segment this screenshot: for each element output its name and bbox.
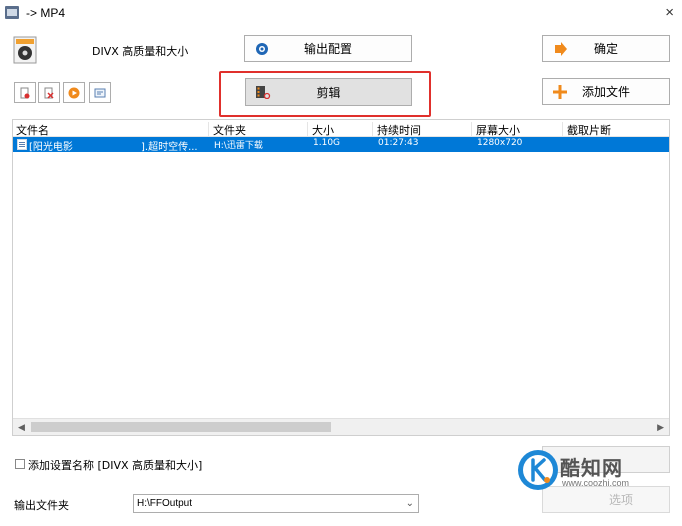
title-bar: -> MP4 × [0,0,682,26]
watermark: 酷知网 www.coozhi.com [516,448,666,498]
cell-folder: H:\迅雷下载 [214,141,263,151]
remove-file-button[interactable] [14,82,36,103]
table-row[interactable]: [阳光电影 ].超时空传... H:\迅雷下载 1.10G 01:27:43 1… [13,137,669,153]
play-icon [68,87,80,98]
column-header-size[interactable]: 大小 [309,122,373,137]
output-folder-value: H:\FFOutput [137,498,193,509]
add-profile-name-checkbox[interactable] [15,459,25,469]
profile-label: DIVX 高质量和大小 [92,45,189,58]
watermark-brand: 酷知网 [560,458,623,480]
column-header-screen-size[interactable]: 屏幕大小 [473,122,563,137]
cell-size: 1.10G [313,138,341,148]
media-info-icon [94,88,106,97]
plus-icon [553,84,567,99]
output-config-icon [256,42,268,55]
scroll-right-icon[interactable]: ▶ [657,422,664,433]
edit-highlight-annotation [219,71,431,117]
add-profile-name-label: 添加设置名称 [DIVX 高质量和大小] [28,459,203,472]
output-config-label: 输出配置 [303,42,352,56]
ok-button[interactable]: 确定 [542,35,670,62]
column-header-filename[interactable]: 文件名 [13,122,209,137]
scrollbar-thumb[interactable] [31,422,331,432]
coozhi-logo [518,450,558,490]
chevron-down-icon: ⌄ [405,498,414,509]
clear-list-button[interactable] [38,82,60,103]
file-list-header: 文件名 文件夹 大小 持续时间 屏幕大小 截取片断 [13,120,669,137]
cell-screen-size: 1280x720 [477,138,523,148]
video-file-icon [17,139,27,150]
add-file-button[interactable]: 添加文件 [542,78,670,105]
scroll-left-icon[interactable]: ◀ [18,422,25,433]
output-config-button[interactable]: 输出配置 [244,35,412,62]
cell-filename-end: ].超时空传... [141,142,198,153]
column-header-folder[interactable]: 文件夹 [210,122,308,137]
output-folder-label: 输出文件夹 [14,500,69,512]
watermark-url: www.coozhi.com [562,478,630,488]
window-title: -> MP4 [26,6,66,20]
column-header-clip[interactable]: 截取片断 [564,122,668,137]
divx-profile-icon [13,36,37,64]
play-button[interactable] [63,82,85,103]
horizontal-scrollbar[interactable]: ◀ ▶ [13,418,669,435]
media-info-button[interactable] [89,82,111,103]
remove-file-icon [20,87,30,98]
close-icon[interactable]: × [665,4,674,21]
add-file-label: 添加文件 [581,85,630,99]
cell-duration: 01:27:43 [378,138,419,148]
cell-filename-start: [阳光电影 [29,142,73,153]
clear-list-icon [44,87,54,99]
ok-label: 确定 [593,42,618,56]
arrow-right-icon [555,41,567,56]
file-list[interactable]: 文件名 文件夹 大小 持续时间 屏幕大小 截取片断 [阳光电影 ].超时空传..… [12,119,670,436]
column-header-duration[interactable]: 持续时间 [374,122,472,137]
app-icon [5,6,19,19]
output-folder-select[interactable]: H:\FFOutput ⌄ [133,494,419,513]
